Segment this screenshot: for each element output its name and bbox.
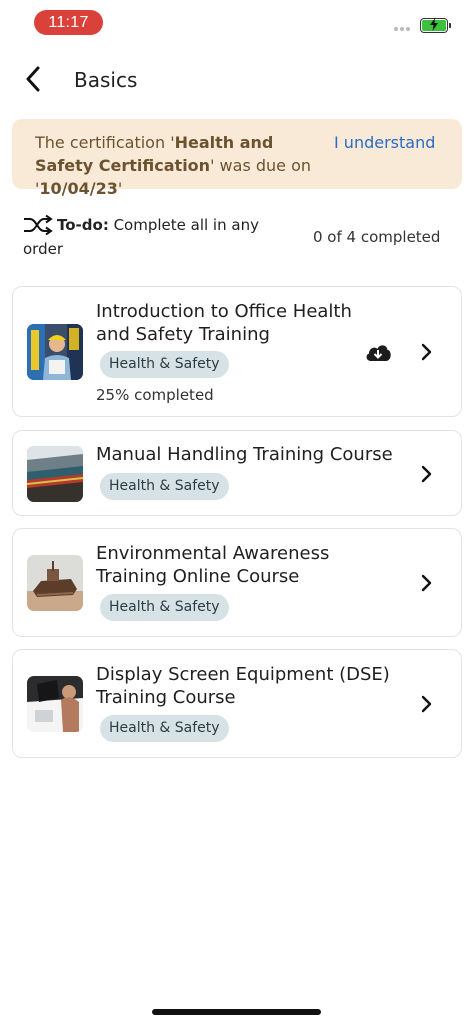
category-tag: Health & Safety [100, 351, 229, 378]
course-card[interactable]: Introduction to Office Health and Safety… [12, 286, 462, 417]
category-tag: Health & Safety [100, 594, 229, 621]
battery-charging-icon [420, 18, 451, 33]
signal-dots-icon [394, 27, 412, 33]
course-title: Manual Handling Training Course [96, 444, 393, 465]
course-title: Environmental Awareness Training Online … [96, 543, 330, 587]
category-tag: Health & Safety [100, 715, 229, 742]
status-time: 11:17 [34, 10, 103, 35]
course-thumbnail [27, 555, 83, 611]
cloud-download-icon[interactable] [364, 341, 392, 363]
course-thumbnail [27, 324, 83, 380]
overall-progress: 0 of 4 completed [313, 228, 441, 246]
course-card[interactable]: Environmental Awareness Training Online … [12, 528, 462, 637]
shuffle-icon [24, 215, 53, 235]
banner-message: The certification 'Health and Safety Cer… [35, 133, 312, 198]
chevron-right-icon [421, 343, 432, 361]
chevron-right-icon [421, 574, 432, 592]
todo-instructions: To-do: Complete all in any order [23, 213, 273, 261]
back-button[interactable] [16, 62, 50, 96]
chevron-right-icon [421, 695, 432, 713]
course-card[interactable]: Display Screen Equipment (DSE) Training … [12, 649, 462, 758]
todo-label: To-do: [57, 216, 109, 234]
home-indicator[interactable] [152, 1009, 321, 1015]
chevron-right-icon [421, 465, 432, 483]
certification-due-banner: The certification 'Health and Safety Cer… [12, 119, 462, 198]
header: Basics [0, 56, 473, 104]
i-understand-link[interactable]: I understand [334, 131, 435, 154]
status-bar: 11:17 [0, 0, 473, 44]
course-title: Display Screen Equipment (DSE) Training … [96, 664, 390, 708]
course-card[interactable]: Manual Handling Training Course Health &… [12, 430, 462, 516]
course-thumbnail [27, 446, 83, 502]
page-title: Basics [74, 68, 138, 92]
course-title: Introduction to Office Health and Safety… [96, 301, 352, 345]
due-date: 10/04/23 [39, 179, 118, 198]
course-thumbnail [27, 676, 83, 732]
chevron-left-icon [26, 66, 40, 92]
category-tag: Health & Safety [100, 473, 229, 500]
course-progress: 25% completed [96, 386, 214, 404]
